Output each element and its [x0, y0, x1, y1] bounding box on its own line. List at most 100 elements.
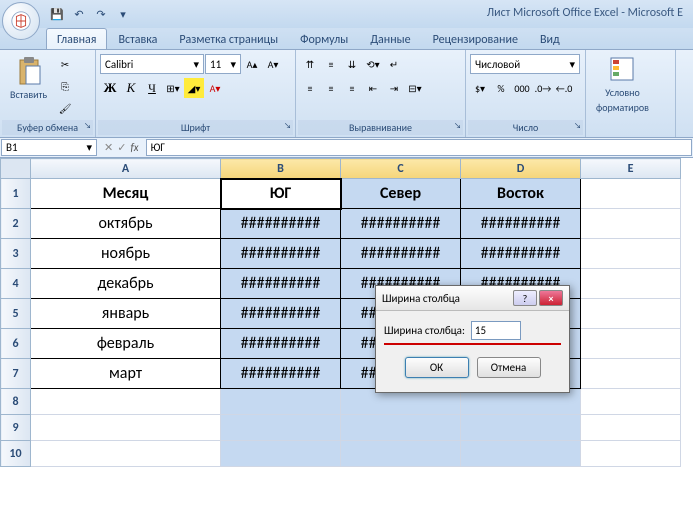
row-header-1[interactable]: 1 [1, 179, 31, 209]
comma-icon[interactable]: 000 [512, 78, 532, 98]
row-header-10[interactable]: 10 [1, 441, 31, 467]
border-button[interactable]: ⊞▾ [163, 78, 183, 98]
fill-color-button[interactable]: ◢▾ [184, 78, 204, 98]
fx-icon[interactable]: fx [130, 141, 138, 154]
col-header-D[interactable]: D [461, 159, 581, 179]
dialog-ok-button[interactable]: ОК [405, 357, 469, 378]
font-family-select[interactable]: Calibri▾ [100, 54, 204, 74]
cell-A8[interactable] [31, 389, 221, 415]
copy-icon[interactable]: ⎘ [55, 76, 75, 96]
tab-insert[interactable]: Вставка [107, 28, 168, 49]
cell-D1[interactable]: Восток [461, 179, 581, 209]
row-header-2[interactable]: 2 [1, 209, 31, 239]
italic-button[interactable]: К [121, 78, 141, 98]
tab-home[interactable]: Главная [46, 28, 107, 49]
redo-icon[interactable]: ↷ [92, 5, 110, 23]
cell-B1[interactable]: ЮГ [221, 179, 341, 209]
number-format-select[interactable]: Числовой▾ [470, 54, 580, 74]
conditional-formatting-button[interactable]: Условно форматиров [590, 54, 655, 116]
cell-B2[interactable]: ########## [221, 209, 341, 239]
dialog-close-button[interactable]: × [539, 290, 563, 306]
grow-font-icon[interactable]: A▴ [242, 54, 262, 74]
dialog-titlebar[interactable]: Ширина столбца ? × [376, 286, 569, 311]
cell-A2[interactable]: октябрь [31, 209, 221, 239]
cut-icon[interactable]: ✂ [55, 54, 75, 74]
cell-A4[interactable]: декабрь [31, 269, 221, 299]
align-left-icon[interactable]: ≡ [300, 78, 320, 98]
tab-view[interactable]: Вид [529, 28, 571, 49]
cell-A9[interactable] [31, 415, 221, 441]
merge-cells-icon[interactable]: ⊟▾ [405, 78, 425, 98]
dialog-help-button[interactable]: ? [513, 290, 537, 306]
cell-E3[interactable] [581, 239, 681, 269]
cell-E6[interactable] [581, 329, 681, 359]
align-top-icon[interactable]: ⇈ [300, 54, 320, 74]
cell-C1[interactable]: Север [341, 179, 461, 209]
row-header-4[interactable]: 4 [1, 269, 31, 299]
percent-icon[interactable]: % [491, 78, 511, 98]
confirm-formula-icon[interactable]: ✓ [117, 141, 126, 154]
cell-E7[interactable] [581, 359, 681, 389]
spreadsheet-grid[interactable]: ABCDE1МесяцЮГСеверВосток2октябрь########… [0, 158, 693, 467]
name-box[interactable]: B1▾ [1, 139, 97, 156]
cell-E2[interactable] [581, 209, 681, 239]
formula-input[interactable]: ЮГ [146, 139, 692, 156]
cell-C3[interactable]: ########## [341, 239, 461, 269]
wrap-text-icon[interactable]: ↵ [384, 54, 404, 74]
cell-D3[interactable]: ########## [461, 239, 581, 269]
column-width-input[interactable] [471, 321, 521, 340]
cell-E5[interactable] [581, 299, 681, 329]
cell-E1[interactable] [581, 179, 681, 209]
cell-B5[interactable]: ########## [221, 299, 341, 329]
office-button[interactable] [2, 2, 40, 40]
align-middle-icon[interactable]: ≡ [321, 54, 341, 74]
cell-D9[interactable] [461, 415, 581, 441]
decrease-decimal-icon[interactable]: ←.0 [554, 78, 574, 98]
row-header-8[interactable]: 8 [1, 389, 31, 415]
cell-A3[interactable]: ноябрь [31, 239, 221, 269]
decrease-indent-icon[interactable]: ⇤ [363, 78, 383, 98]
format-painter-icon[interactable]: 🖌 [55, 98, 75, 118]
font-size-select[interactable]: 11▾ [205, 54, 241, 74]
save-icon[interactable]: 💾 [48, 5, 66, 23]
align-right-icon[interactable]: ≡ [342, 78, 362, 98]
cell-D2[interactable]: ########## [461, 209, 581, 239]
cell-B3[interactable]: ########## [221, 239, 341, 269]
undo-icon[interactable]: ↶ [70, 5, 88, 23]
row-header-6[interactable]: 6 [1, 329, 31, 359]
orientation-icon[interactable]: ⟲▾ [363, 54, 383, 74]
qat-customize-icon[interactable]: ▾ [114, 5, 132, 23]
cell-A1[interactable]: Месяц [31, 179, 221, 209]
font-color-button[interactable]: A▾ [205, 78, 225, 98]
row-header-9[interactable]: 9 [1, 415, 31, 441]
cancel-formula-icon[interactable]: ✕ [104, 141, 113, 154]
align-bottom-icon[interactable]: ⇊ [342, 54, 362, 74]
col-header-B[interactable]: B [221, 159, 341, 179]
cell-A10[interactable] [31, 441, 221, 467]
align-center-icon[interactable]: ≡ [321, 78, 341, 98]
cell-E10[interactable] [581, 441, 681, 467]
cell-C2[interactable]: ########## [341, 209, 461, 239]
col-header-E[interactable]: E [581, 159, 681, 179]
cell-C9[interactable] [341, 415, 461, 441]
shrink-font-icon[interactable]: A▾ [263, 54, 283, 74]
bold-button[interactable]: Ж [100, 78, 120, 98]
tab-formulas[interactable]: Формулы [289, 28, 359, 49]
cell-A6[interactable]: февраль [31, 329, 221, 359]
row-header-3[interactable]: 3 [1, 239, 31, 269]
currency-icon[interactable]: $▾ [470, 78, 490, 98]
cell-B6[interactable]: ########## [221, 329, 341, 359]
select-all-corner[interactable] [1, 159, 31, 179]
tab-data[interactable]: Данные [359, 28, 421, 49]
cell-D10[interactable] [461, 441, 581, 467]
cell-B9[interactable] [221, 415, 341, 441]
tab-layout[interactable]: Разметка страницы [168, 28, 289, 49]
cell-B4[interactable]: ########## [221, 269, 341, 299]
col-header-A[interactable]: A [31, 159, 221, 179]
cell-C10[interactable] [341, 441, 461, 467]
paste-button[interactable]: Вставить [4, 54, 53, 103]
tab-review[interactable]: Рецензирование [422, 28, 529, 49]
increase-indent-icon[interactable]: ⇥ [384, 78, 404, 98]
cell-A7[interactable]: март [31, 359, 221, 389]
row-header-7[interactable]: 7 [1, 359, 31, 389]
